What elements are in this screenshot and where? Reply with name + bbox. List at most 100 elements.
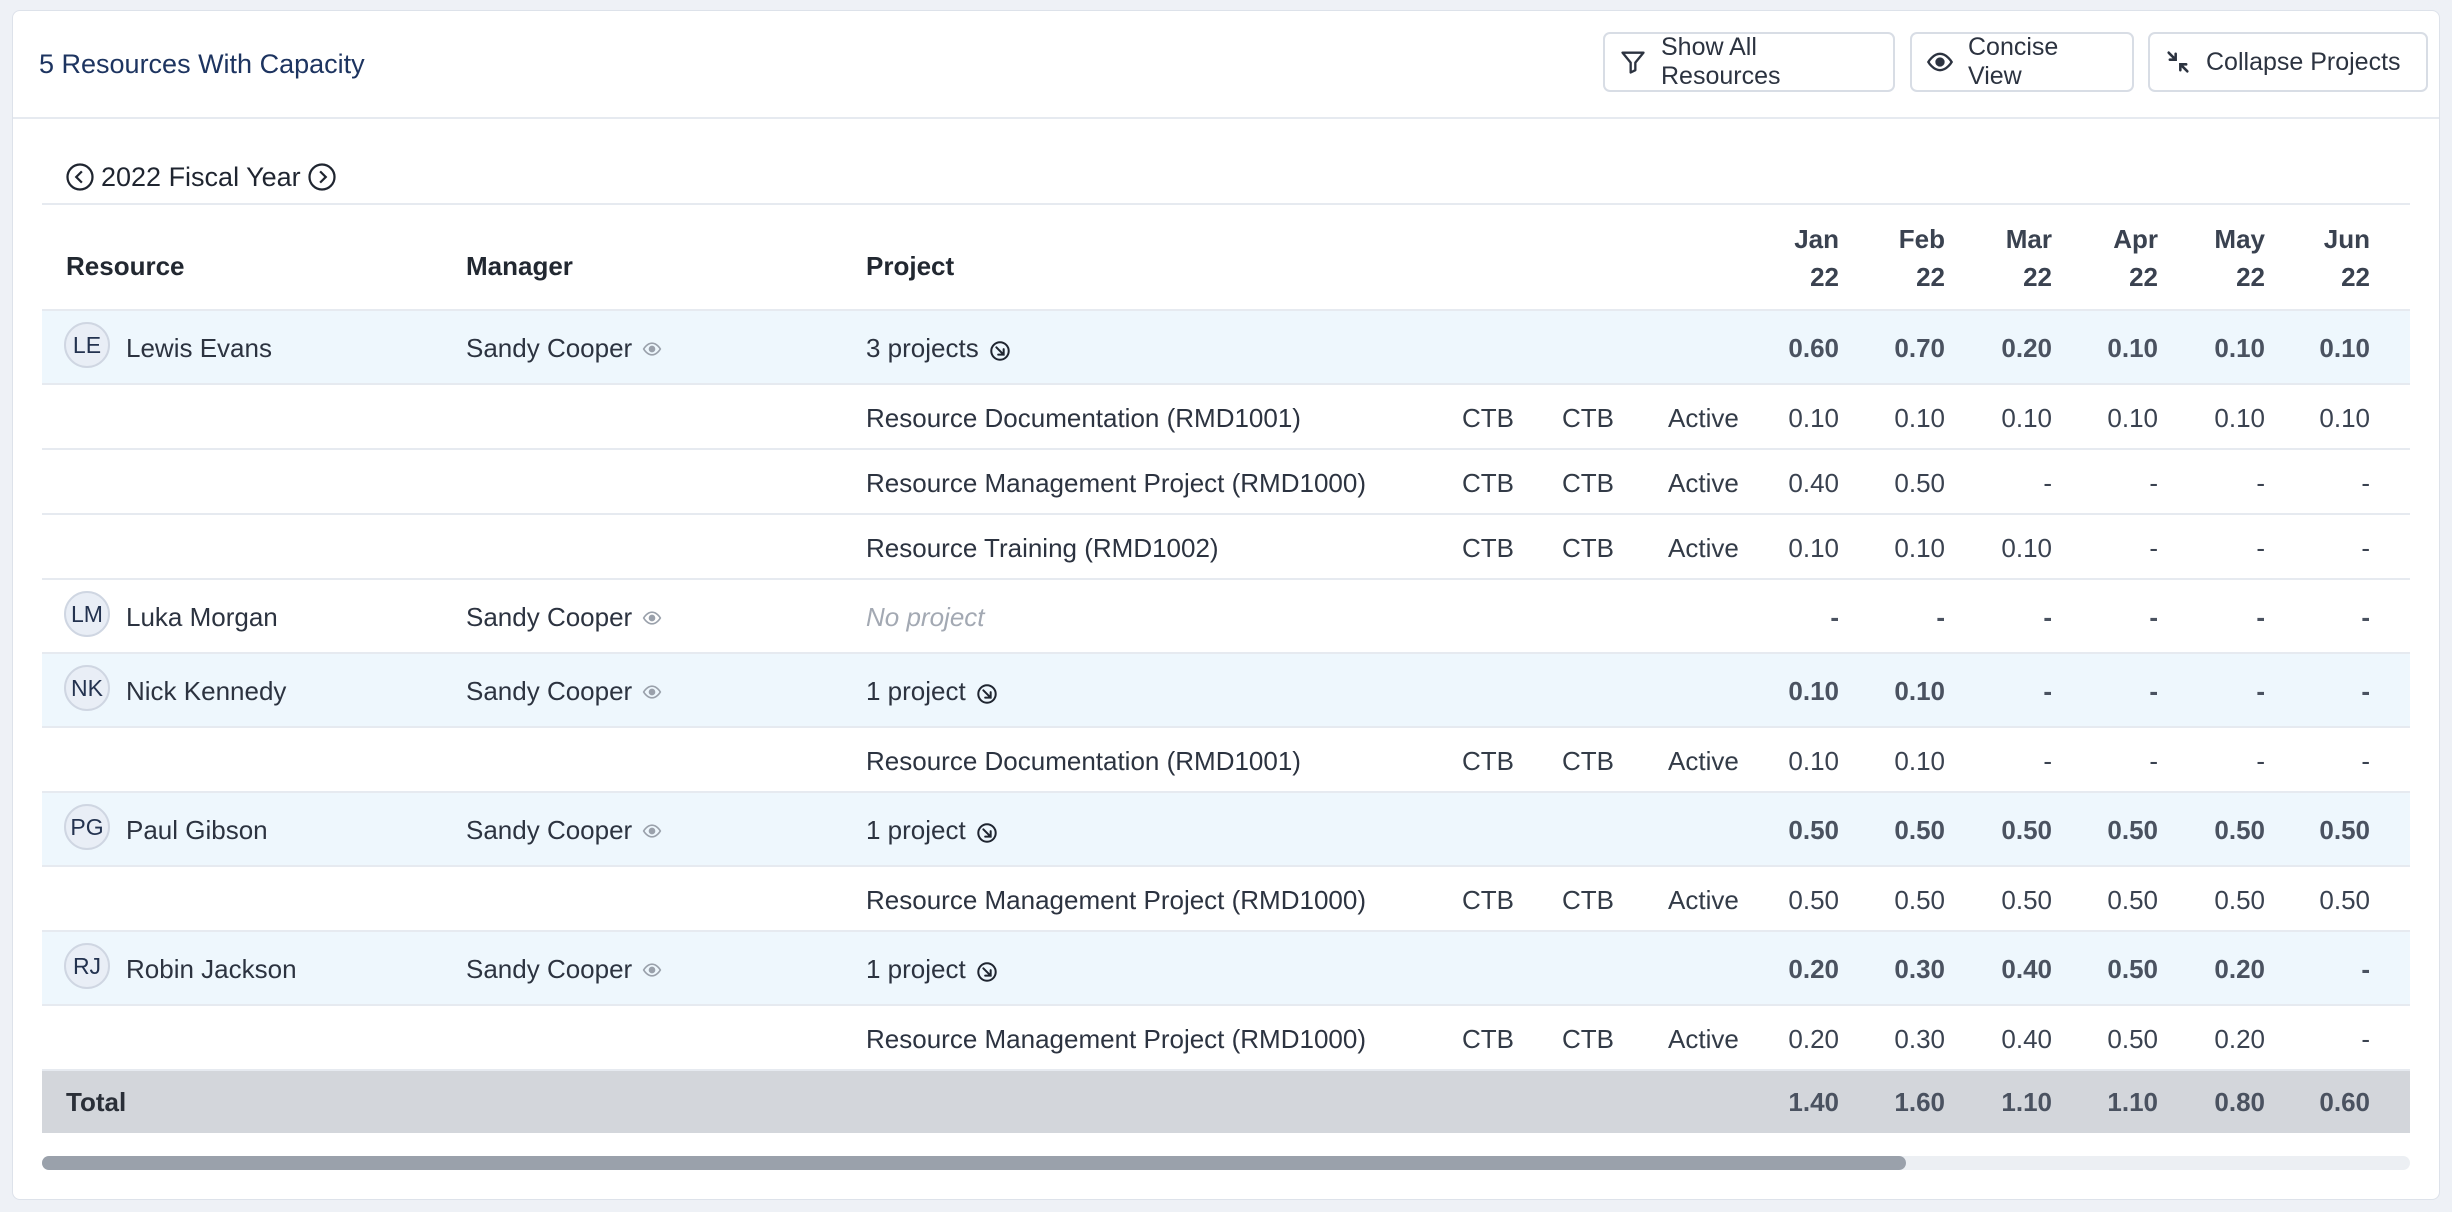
month-value: - <box>2149 468 2158 498</box>
resource-row[interactable]: LE Lewis Evans Sandy Cooper 3 projects 0.60 0… <box>42 311 2410 385</box>
month-value: 0.10 <box>1894 403 1945 433</box>
manager-name: Sandy Cooper <box>466 815 633 845</box>
project-name[interactable]: Resource Management Project (RMD1000) <box>866 885 1366 916</box>
month-value: 0.10 <box>1788 533 1839 563</box>
project-name[interactable]: Resource Management Project (RMD1000) <box>866 468 1366 499</box>
column-header-month: May 22 <box>2185 220 2265 296</box>
project-row[interactable]: Resource Management Project (RMD1000) CTB… <box>42 450 2410 515</box>
project-name[interactable]: Resource Training (RMD1002) <box>866 533 1219 564</box>
project-tag: CTB <box>1562 1024 1614 1054</box>
project-count: 3 projects <box>866 333 979 363</box>
month-value: - <box>2149 602 2158 632</box>
resource-row[interactable]: LM Luka Morgan Sandy Cooper No project - - - - -… <box>42 580 2410 654</box>
capacity-table: Resource Manager Project Jan 22 Feb 22 Mar 22… <box>42 203 2410 1133</box>
table-header: Resource Manager Project Jan 22 Feb 22 Mar 22… <box>42 203 2410 311</box>
year-label: 22 <box>2236 262 2265 292</box>
resource-name[interactable]: Lewis Evans <box>126 333 272 364</box>
arrow-down-right-circle-icon[interactable] <box>976 822 998 844</box>
month-value: 0.80 <box>2214 1087 2265 1117</box>
month-value: 0.10 <box>1894 533 1945 563</box>
show-all-resources-label: Show All Resources <box>1661 33 1781 90</box>
month-value: 0.60 <box>2319 1087 2370 1117</box>
project-summary[interactable]: 1 project <box>866 676 998 707</box>
filter-icon <box>1621 51 1645 74</box>
project-count: 1 project <box>866 676 966 706</box>
manager-cell: Sandy Cooper <box>466 954 662 985</box>
column-header-resource[interactable]: Resource <box>66 251 185 282</box>
avatar: NK <box>64 665 110 711</box>
column-header-manager[interactable]: Manager <box>466 251 573 282</box>
resource-row[interactable]: RJ Robin Jackson Sandy Cooper 1 project 0.20… <box>42 932 2410 1006</box>
month-value: - <box>2256 533 2265 563</box>
eye-icon[interactable] <box>642 682 662 702</box>
month-value: 0.10 <box>2214 333 2265 363</box>
month-value: - <box>2256 468 2265 498</box>
project-row[interactable]: Resource Documentation (RMD1001) CTB CTB Ac… <box>42 728 2410 793</box>
month-value: - <box>1936 602 1945 632</box>
eye-icon[interactable] <box>642 960 662 980</box>
project-tag: CTB <box>1562 885 1614 915</box>
project-status: Active <box>1668 533 1739 563</box>
month-value: - <box>2361 676 2370 706</box>
project-tag: CTB <box>1562 533 1614 563</box>
project-summary[interactable]: 1 project <box>866 815 998 846</box>
collapse-projects-button[interactable]: Collapse Projects <box>2148 32 2428 92</box>
month-value: 0.10 <box>2001 533 2052 563</box>
manager-name: Sandy Cooper <box>466 333 633 363</box>
project-count: 1 project <box>866 954 966 984</box>
project-name[interactable]: Resource Management Project (RMD1000) <box>866 1024 1366 1055</box>
project-summary[interactable]: 1 project <box>866 954 998 985</box>
horizontal-scrollbar[interactable] <box>42 1156 2410 1170</box>
project-name[interactable]: Resource Documentation (RMD1001) <box>866 746 1301 777</box>
resource-name[interactable]: Paul Gibson <box>126 815 268 846</box>
month-value: 0.50 <box>2107 815 2158 845</box>
concise-view-button[interactable]: Concise View <box>1910 32 2134 92</box>
manager-cell: Sandy Cooper <box>466 815 662 846</box>
fiscal-year-label: 2022 Fiscal Year <box>101 161 301 192</box>
resources-panel: 5 Resources With Capacity Show All Resou… <box>12 10 2440 1200</box>
resource-name[interactable]: Nick Kennedy <box>126 676 286 707</box>
arrow-down-right-circle-icon[interactable] <box>976 961 998 983</box>
month-value: 0.10 <box>1788 746 1839 776</box>
month-value: - <box>2361 602 2370 632</box>
avatar: RJ <box>64 943 110 989</box>
year-label: 22 <box>2341 262 2370 292</box>
project-tag: CTB <box>1562 746 1614 776</box>
project-row[interactable]: Resource Documentation (RMD1001) CTB CTB Ac… <box>42 385 2410 450</box>
scrollbar-thumb[interactable] <box>42 1156 1906 1170</box>
resource-row[interactable]: NK Nick Kennedy Sandy Cooper 1 project 0.10 0… <box>42 654 2410 728</box>
project-count: 1 project <box>866 815 966 845</box>
month-value: - <box>2361 954 2370 984</box>
project-row[interactable]: Resource Training (RMD1002) CTB CTB Active 0… <box>42 515 2410 580</box>
arrow-down-right-circle-icon[interactable] <box>989 340 1011 362</box>
column-header-month: Apr 22 <box>2078 220 2158 296</box>
month-value: 0.50 <box>1788 885 1839 915</box>
column-header-project[interactable]: Project <box>866 251 954 282</box>
resource-row[interactable]: PG Paul Gibson Sandy Cooper 1 project 0.50 0.… <box>42 793 2410 867</box>
project-summary[interactable]: 3 projects <box>866 333 1011 364</box>
month-label: Feb <box>1898 224 1945 254</box>
month-value: - <box>2256 676 2265 706</box>
month-label: May <box>2214 224 2265 254</box>
panel-header: 5 Resources With Capacity Show All Resou… <box>13 11 2439 119</box>
resource-name[interactable]: Luka Morgan <box>126 602 278 633</box>
month-value: 0.20 <box>1788 1024 1839 1054</box>
month-value: 0.20 <box>1788 954 1839 984</box>
project-row[interactable]: Resource Management Project (RMD1000) CTB… <box>42 1006 2410 1071</box>
month-value: 0.50 <box>1894 885 1945 915</box>
project-row[interactable]: Resource Management Project (RMD1000) CTB… <box>42 867 2410 932</box>
arrow-down-right-circle-icon[interactable] <box>976 683 998 705</box>
year-label: 22 <box>1916 262 1945 292</box>
avatar: LM <box>64 591 110 637</box>
resource-name[interactable]: Robin Jackson <box>126 954 297 985</box>
month-value: 0.50 <box>2107 954 2158 984</box>
month-label: Jan <box>1794 224 1839 254</box>
eye-icon[interactable] <box>642 608 662 628</box>
chevron-left-circle-icon[interactable] <box>65 162 95 192</box>
eye-icon[interactable] <box>642 339 662 359</box>
chevron-right-circle-icon[interactable] <box>307 162 337 192</box>
project-name[interactable]: Resource Documentation (RMD1001) <box>866 403 1301 434</box>
show-all-resources-button[interactable]: Show All Resources <box>1603 32 1895 92</box>
month-label: Apr <box>2113 224 2158 254</box>
eye-icon[interactable] <box>642 821 662 841</box>
